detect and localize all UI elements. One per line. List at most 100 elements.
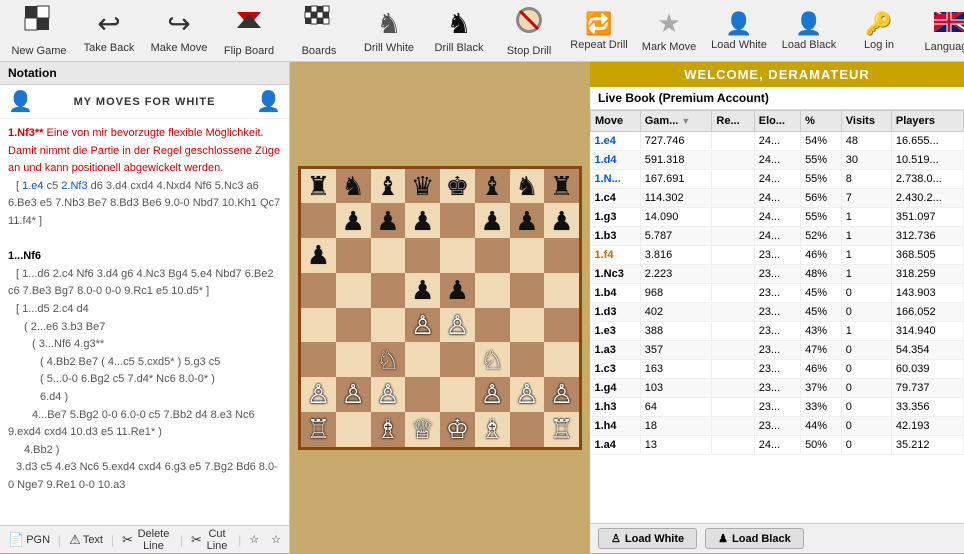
move-cell[interactable]: 1.N... <box>591 170 641 189</box>
move-cell[interactable]: 1.a4 <box>591 436 641 455</box>
move-cell[interactable]: 1.b4 <box>591 284 641 303</box>
language-button[interactable]: Language <box>914 2 964 60</box>
move-cell[interactable]: 1.e4 <box>591 132 641 151</box>
col-move[interactable]: Move <box>591 111 641 132</box>
table-row[interactable]: 1.h4 18 23... 44% 0 42.193 <box>591 417 964 436</box>
square-f3[interactable]: ♘ <box>475 342 510 377</box>
flip-board-button[interactable]: Flip Board <box>214 2 284 60</box>
move-cell[interactable]: 1.d4 <box>591 151 641 170</box>
star2-button[interactable]: ☆ <box>267 531 285 548</box>
move-link[interactable]: 2.Nf3 <box>61 180 87 192</box>
col-pct[interactable]: % <box>801 111 842 132</box>
square-f5[interactable] <box>475 273 510 308</box>
square-d4[interactable]: ♙ <box>405 308 440 343</box>
square-b7[interactable]: ♟ <box>336 203 371 238</box>
square-b5[interactable] <box>336 273 371 308</box>
square-f6[interactable] <box>475 238 510 273</box>
move-cell[interactable]: 1.d3 <box>591 303 641 322</box>
table-row[interactable]: 1.e4 727.746 24... 54% 48 16.655... <box>591 132 964 151</box>
move-cell[interactable]: 1.f4 <box>591 246 641 265</box>
square-a2[interactable]: ♙ <box>301 377 336 412</box>
col-elo[interactable]: Elo... <box>754 111 800 132</box>
square-d5[interactable]: ♟ <box>405 273 440 308</box>
table-row[interactable]: 1.b3 5.787 24... 52% 1 312.736 <box>591 227 964 246</box>
square-c6[interactable] <box>371 238 406 273</box>
square-a5[interactable] <box>301 273 336 308</box>
square-e7[interactable] <box>440 203 475 238</box>
notation-content[interactable]: 1.Nf3** Eine von mir bevorzugte flexible… <box>0 119 289 525</box>
table-row[interactable]: 1.a3 357 23... 47% 0 54.354 <box>591 341 964 360</box>
move-cell[interactable]: 1.c3 <box>591 360 641 379</box>
square-c4[interactable] <box>371 308 406 343</box>
square-h7[interactable]: ♟ <box>544 203 579 238</box>
square-f2[interactable]: ♙ <box>475 377 510 412</box>
take-back-button[interactable]: ↩ Take Back <box>74 2 144 60</box>
square-c5[interactable] <box>371 273 406 308</box>
star1-button[interactable]: ☆ <box>245 531 263 548</box>
square-a7[interactable] <box>301 203 336 238</box>
square-g8[interactable]: ♞ <box>510 169 545 204</box>
square-d7[interactable]: ♟ <box>405 203 440 238</box>
square-c2[interactable]: ♙ <box>371 377 406 412</box>
square-c3[interactable]: ♘ <box>371 342 406 377</box>
square-b1[interactable] <box>336 412 371 447</box>
square-a6[interactable]: ♟ <box>301 238 336 273</box>
table-row[interactable]: 1.b4 968 23... 45% 0 143.903 <box>591 284 964 303</box>
table-row[interactable]: 1.g3 14.090 24... 55% 1 351.097 <box>591 208 964 227</box>
col-games[interactable]: Gam... ▼ <box>640 111 712 132</box>
drill-black-button[interactable]: ♞ Drill Black <box>424 2 494 60</box>
footer-load-black-button[interactable]: ♟ Load Black <box>705 528 804 549</box>
load-white-button[interactable]: 👤 Load White <box>704 2 774 60</box>
square-h8[interactable]: ♜ <box>544 169 579 204</box>
table-row[interactable]: 1.e3 388 23... 43% 1 314.940 <box>591 322 964 341</box>
move-cell[interactable]: 1.Nc3 <box>591 265 641 284</box>
square-g2[interactable]: ♙ <box>510 377 545 412</box>
square-d6[interactable] <box>405 238 440 273</box>
square-h6[interactable] <box>544 238 579 273</box>
square-h1[interactable]: ♖ <box>544 412 579 447</box>
square-h2[interactable]: ♙ <box>544 377 579 412</box>
mark-move-button[interactable]: ★ Mark Move <box>634 2 704 60</box>
table-row[interactable]: 1.d3 402 23... 45% 0 166.052 <box>591 303 964 322</box>
move-cell[interactable]: 1.g4 <box>591 379 641 398</box>
table-row[interactable]: 1.N... 167.691 24... 55% 8 2.738.0... <box>591 170 964 189</box>
square-g1[interactable] <box>510 412 545 447</box>
drill-white-button[interactable]: ♞ Drill White <box>354 2 424 60</box>
boards-button[interactable]: Boards <box>284 2 354 60</box>
square-f4[interactable] <box>475 308 510 343</box>
square-g3[interactable] <box>510 342 545 377</box>
square-f1[interactable]: ♗ <box>475 412 510 447</box>
move-cell[interactable]: 1.a3 <box>591 341 641 360</box>
square-a8[interactable]: ♜ <box>301 169 336 204</box>
square-a1[interactable]: ♖ <box>301 412 336 447</box>
square-h3[interactable] <box>544 342 579 377</box>
square-a3[interactable] <box>301 342 336 377</box>
move-cell[interactable]: 1.g3 <box>591 208 641 227</box>
square-c8[interactable]: ♝ <box>371 169 406 204</box>
square-d8[interactable]: ♛ <box>405 169 440 204</box>
square-b2[interactable]: ♙ <box>336 377 371 412</box>
square-d2[interactable] <box>405 377 440 412</box>
log-in-button[interactable]: 🔑 Log in <box>844 2 914 60</box>
table-row[interactable]: 1.Nc3 2.223 23... 48% 1 318.259 <box>591 265 964 284</box>
square-e1[interactable]: ♔ <box>440 412 475 447</box>
table-row[interactable]: 1.h3 64 23... 33% 0 33.356 <box>591 398 964 417</box>
square-a4[interactable] <box>301 308 336 343</box>
stop-drill-button[interactable]: Stop Drill <box>494 2 564 60</box>
square-g5[interactable] <box>510 273 545 308</box>
pgn-button[interactable]: 📄 PGN <box>4 530 54 550</box>
col-players[interactable]: Players <box>891 111 963 132</box>
square-b3[interactable] <box>336 342 371 377</box>
square-h5[interactable] <box>544 273 579 308</box>
chess-board[interactable]: ♜♞♝♛♚♝♞♜♟♟♟♟♟♟♟♟♟♙♙♘♘♙♙♙♙♙♙♖♗♕♔♗♖ <box>298 166 582 450</box>
square-b8[interactable]: ♞ <box>336 169 371 204</box>
table-row[interactable]: 1.c3 163 23... 46% 0 60.039 <box>591 360 964 379</box>
square-c1[interactable]: ♗ <box>371 412 406 447</box>
square-g4[interactable] <box>510 308 545 343</box>
repeat-drill-button[interactable]: 🔁 Repeat Drill <box>564 2 634 60</box>
square-d1[interactable]: ♕ <box>405 412 440 447</box>
square-f7[interactable]: ♟ <box>475 203 510 238</box>
new-game-button[interactable]: New Game <box>4 2 74 60</box>
move-link[interactable]: 1.e4 <box>22 180 43 192</box>
make-move-button[interactable]: ↪ Make Move <box>144 2 214 60</box>
